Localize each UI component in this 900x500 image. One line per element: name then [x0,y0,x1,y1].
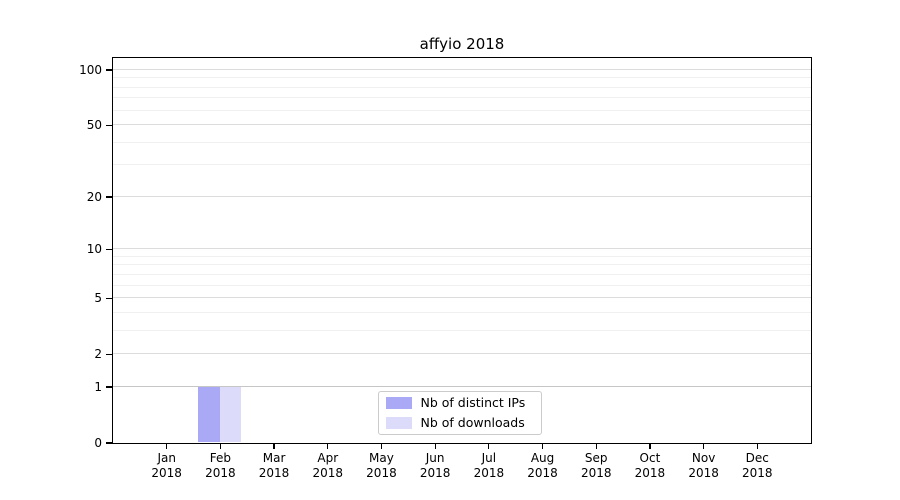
legend-label-distinct-ips: Nb of distinct IPs [420,395,526,410]
x-tick-label: Dec 2018 [730,451,784,481]
major-gridline [112,248,811,250]
x-tick-year: 2018 [688,466,719,480]
major-gridline [112,353,811,355]
x-tick-month: Dec [745,451,769,465]
x-tick-year: 2018 [366,466,397,480]
x-tick-mark [595,443,597,449]
major-gridline [112,124,811,126]
x-tick-mark [380,443,383,449]
x-tick-month: Apr [317,451,339,465]
x-tick-mark [327,443,329,449]
x-tick-year: 2018 [419,466,451,480]
chart: affyio 2018 Nb of distinct IPs Nb of dow… [0,0,900,500]
y-tick-label: 10 [86,242,102,257]
x-tick-mark [702,443,705,449]
plot-area: Nb of distinct IPs Nb of downloads [111,56,812,444]
minor-gridline [112,86,811,88]
x-tick-label: Apr 2018 [301,451,355,481]
x-tick-label: Oct 2018 [623,451,677,481]
x-tick-year: 2018 [473,466,505,480]
x-tick-month: Jan [157,451,176,465]
x-tick-mark [541,443,544,449]
x-tick-label: Aug 2018 [516,451,570,481]
y-tick-label: 20 [86,189,102,204]
x-tick-month: May [369,451,394,465]
x-tick-mark [219,443,222,449]
y-tick-label: 1 [94,379,102,394]
y-tick-mark [106,353,112,355]
x-tick-year: 2018 [151,466,182,480]
x-tick-year: 2018 [527,466,558,480]
x-tick-year: 2018 [205,466,236,480]
y-tick-label: 0 [94,436,102,450]
legend-label-downloads: Nb of downloads [420,415,525,430]
minor-gridline [112,141,811,143]
x-tick-label: May 2018 [354,451,408,481]
minor-gridline [112,164,811,166]
y-tick-mark [106,124,112,126]
minor-gridline [112,97,811,99]
x-tick-label: Feb 2018 [193,451,247,481]
major-gridline [112,297,811,299]
minor-gridline [112,273,811,275]
y-tick-mark [106,442,112,444]
y-tick-mark [106,386,112,388]
minor-gridline [112,311,811,313]
minor-gridline [112,264,811,266]
x-tick-month: Aug [530,451,555,465]
y-tick-label: 100 [79,63,102,77]
x-tick-month: Sep [584,451,608,465]
legend-entry-distinct-ips: Nb of distinct IPs [379,394,541,411]
x-tick-mark [166,443,168,449]
minor-gridline [112,329,811,331]
x-tick-mark [273,443,275,449]
major-gridline [112,69,811,70]
x-tick-mark [649,443,651,449]
y-tick-label: 2 [94,347,102,362]
x-tick-label: Sep 2018 [569,451,623,481]
x-tick-month: Oct [639,451,661,465]
x-tick-label: Jul 2018 [462,451,516,481]
x-tick-year: 2018 [742,466,773,480]
legend-swatch-downloads [385,416,412,429]
x-tick-month: Mar [262,451,286,465]
x-tick-label: Nov 2018 [677,451,731,481]
chart-title: affyio 2018 [419,35,505,53]
x-tick-year: 2018 [258,466,290,480]
x-tick-label: Jun 2018 [408,451,462,481]
x-tick-label: Jan 2018 [140,451,194,481]
y-tick-mark [106,69,112,71]
y-tick-mark [106,196,112,198]
x-tick-month: Nov [691,451,716,465]
x-tick-mark [756,443,758,449]
bar-feb-distinct-ips [198,386,220,443]
minor-gridline [112,255,811,257]
major-gridline [112,385,811,387]
legend-entry-downloads: Nb of downloads [379,414,541,431]
y-tick-mark [106,297,112,299]
legend-swatch-distinct-ips [385,396,412,409]
y-tick-mark [106,248,112,250]
x-tick-mark [488,443,490,449]
y-tick-label: 50 [86,118,102,133]
x-tick-year: 2018 [580,466,612,480]
bar-feb-downloads [219,386,242,443]
x-tick-month: Feb [209,451,231,465]
minor-gridline [112,77,811,79]
minor-gridline [112,284,811,286]
x-tick-label: Mar 2018 [247,451,301,481]
x-tick-year: 2018 [312,466,344,480]
y-tick-label: 5 [94,291,102,306]
legend: Nb of distinct IPs Nb of downloads [377,390,542,435]
x-tick-year: 2018 [634,466,666,480]
minor-gridline [112,109,811,111]
x-tick-month: Jun [425,451,445,465]
x-tick-mark [434,443,436,449]
major-gridline [112,195,811,197]
x-tick-month: Jul [481,451,497,465]
